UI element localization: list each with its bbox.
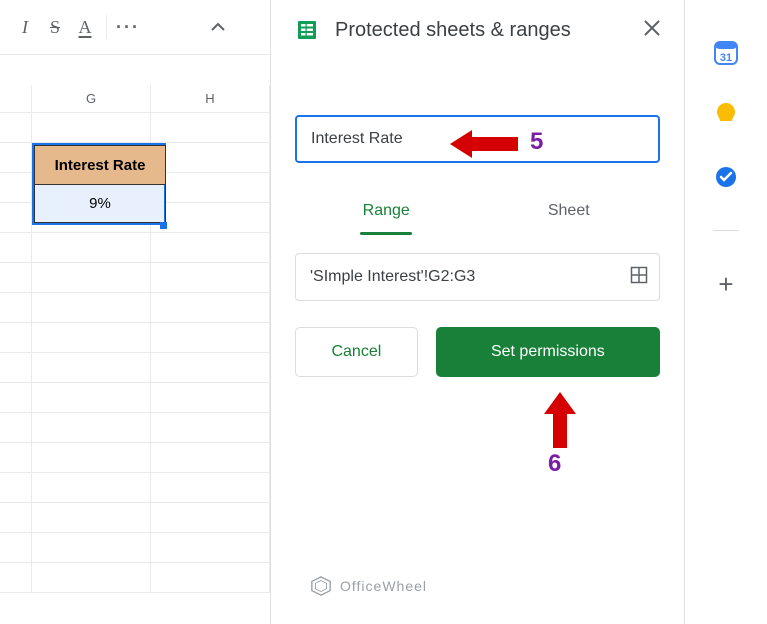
panel-title: Protected sheets & ranges — [335, 19, 634, 42]
sheets-icon — [295, 18, 319, 42]
side-companion-bar: 31 + — [685, 0, 767, 624]
svg-text:31: 31 — [720, 52, 732, 64]
protected-ranges-panel: Protected sheets & ranges Interest Rate … — [270, 0, 685, 624]
collapse-toolbar-button[interactable] — [203, 12, 233, 42]
watermark: OfficeWheel — [310, 575, 427, 597]
strikethrough-button[interactable]: S — [40, 12, 70, 42]
calendar-icon[interactable]: 31 — [713, 40, 739, 66]
column-header-h[interactable]: H — [151, 85, 270, 113]
description-value: Interest Rate — [311, 130, 403, 148]
annotation-number-5: 5 — [530, 128, 543, 156]
text-color-button[interactable]: A — [70, 12, 100, 42]
tab-range[interactable]: Range — [295, 187, 478, 235]
annotation-number-6: 6 — [548, 450, 561, 478]
range-value: 'SImple Interest'!G2:G3 — [310, 268, 475, 286]
tab-sheet[interactable]: Sheet — [478, 187, 661, 235]
panel-tabs: Range Sheet — [295, 187, 660, 235]
companion-divider — [713, 230, 739, 231]
tasks-icon[interactable] — [713, 164, 739, 190]
cell-g2-header[interactable]: Interest Rate — [34, 145, 166, 185]
italic-button[interactable]: I — [10, 12, 40, 42]
range-input[interactable]: 'SImple Interest'!G2:G3 — [295, 253, 660, 301]
keep-icon[interactable] — [713, 102, 739, 128]
toolbar-divider — [106, 15, 107, 39]
cancel-button[interactable]: Cancel — [295, 327, 418, 377]
description-input[interactable]: Interest Rate — [295, 115, 660, 163]
cell-g3-value[interactable]: 9% — [34, 185, 166, 223]
add-addon-button[interactable]: + — [713, 271, 739, 297]
select-range-icon[interactable] — [629, 265, 649, 290]
column-header-g[interactable]: G — [32, 85, 151, 113]
set-permissions-button[interactable]: Set permissions — [436, 327, 660, 377]
more-tools-button[interactable]: ··· — [113, 12, 143, 42]
close-panel-button[interactable] — [634, 17, 670, 43]
formatting-toolbar: I S A ··· — [0, 0, 270, 55]
selection-handle[interactable] — [160, 222, 167, 229]
